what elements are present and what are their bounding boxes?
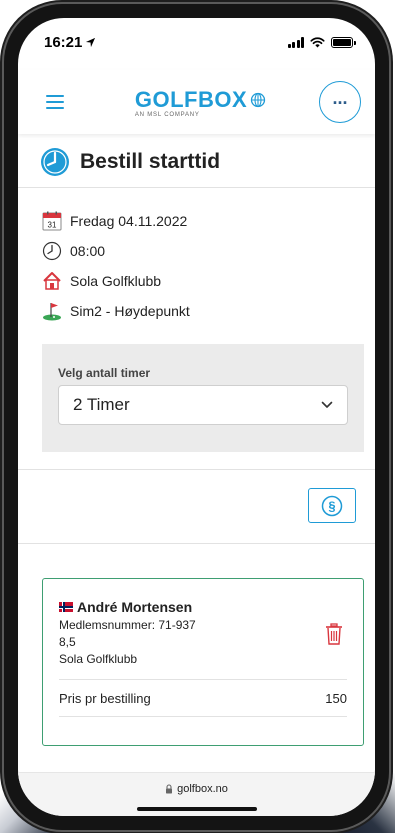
browser-address-bar[interactable]: golfbox.no (18, 772, 375, 816)
golfbox-logo[interactable]: GOLFBOX AN MSL COMPANY (135, 87, 266, 118)
app-header: GOLFBOX AN MSL COMPANY ... (18, 70, 375, 134)
hours-selector-panel: Velg antall timer 2 Timer (42, 344, 364, 452)
browser-url: golfbox.no (165, 783, 228, 795)
logo-subtitle: AN MSL COMPANY (134, 111, 200, 118)
booking-course-row: Sim2 - Høydepunkt (42, 296, 355, 326)
phone-screen: 16:21 GOLFBOX AN MSL COMPANY ... Bestill… (18, 18, 375, 816)
page-title: Bestill starttid (80, 149, 221, 173)
browser-url-text: golfbox.no (177, 783, 228, 795)
booking-date: Fredag 04.11.2022 (70, 213, 188, 229)
globe-icon (250, 92, 266, 107)
wifi-icon (310, 36, 325, 48)
golf-flag-icon (43, 303, 61, 321)
status-time-group: 16:21 (44, 34, 96, 51)
lock-icon (166, 784, 173, 794)
signal-icon (287, 36, 304, 48)
hours-label: Velg antall timer (58, 366, 151, 380)
status-icons (287, 36, 356, 48)
booking-date-row: 31 Fredag 04.11.2022 (42, 206, 355, 236)
chevron-down-icon (321, 401, 333, 408)
norway-flag-icon (59, 602, 73, 612)
battery-icon (331, 36, 356, 48)
player-member-number: Medlemsnummer: 71-937 (59, 618, 196, 632)
section-divider (18, 543, 375, 544)
trash-icon (326, 623, 342, 645)
section-divider (18, 469, 375, 470)
status-time: 16:21 (44, 33, 83, 51)
calendar-day: 31 (48, 221, 57, 230)
booking-club-row: Sola Golfklubb (42, 266, 355, 296)
more-options-button[interactable]: ... (319, 81, 361, 123)
terms-symbol: § (328, 498, 335, 513)
hours-select[interactable]: 2 Timer (58, 385, 348, 425)
menu-hamburger-icon[interactable] (46, 95, 64, 109)
price-row: Pris pr bestilling 150 (59, 679, 347, 717)
home-indicator[interactable] (136, 807, 257, 811)
clock-outline-icon (42, 241, 62, 261)
calendar-icon: 31 (42, 211, 62, 231)
page-title-row: Bestill starttid (18, 136, 375, 188)
clock-icon (41, 147, 69, 176)
player-club: Sola Golfklubb (59, 652, 138, 666)
booking-time-row: 08:00 (42, 236, 355, 266)
clubhouse-icon (43, 272, 61, 290)
logo-text: GOLFBOX (134, 86, 248, 112)
player-card: André Mortensen Medlemsnummer: 71-937 8,… (42, 578, 364, 746)
booking-club: Sola Golfklubb (70, 273, 162, 289)
player-handicap: 8,5 (59, 635, 76, 649)
booking-time: 08:00 (70, 243, 106, 259)
terms-button[interactable]: § (308, 488, 356, 523)
player-name: André Mortensen (77, 599, 193, 615)
status-bar: 16:21 (18, 18, 375, 62)
player-name-row: André Mortensen (59, 599, 347, 615)
paragraph-icon: § (321, 495, 343, 516)
booking-details: 31 Fredag 04.11.2022 08:00 Sola Golfklub… (42, 206, 355, 326)
remove-player-button[interactable] (325, 623, 343, 650)
location-arrow-icon (86, 37, 96, 47)
price-label: Pris pr bestilling (59, 690, 151, 706)
hours-selected-value: 2 Timer (73, 395, 130, 414)
phone-frame: 16:21 GOLFBOX AN MSL COMPANY ... Bestill… (4, 4, 389, 830)
booking-course: Sim2 - Høydepunkt (70, 303, 190, 319)
price-value: 150 (325, 690, 347, 706)
